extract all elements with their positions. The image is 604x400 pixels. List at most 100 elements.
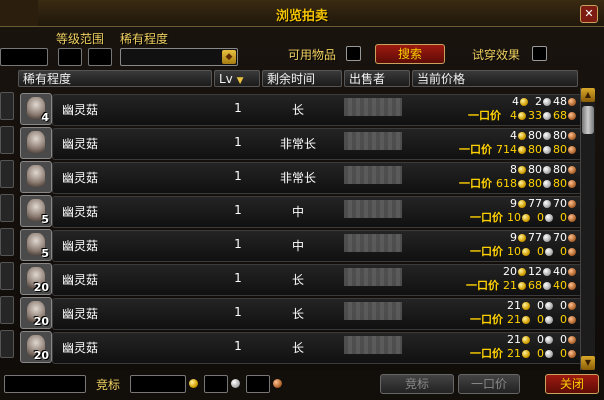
ghost-mushroom-icon[interactable]: 20 (20, 263, 52, 295)
price-cell: 21 0 0 一口价 21 0 0 (414, 332, 580, 362)
column-level[interactable]: Lv ▼ (214, 70, 260, 87)
item-name: 幽灵菇 (62, 273, 99, 287)
auction-row[interactable]: 20 幽灵菇 1 长 21 0 0 一口价 21 0 0 (18, 330, 582, 364)
left-icon-strip (0, 88, 14, 368)
bid-gold: 9 (510, 231, 517, 244)
close-button[interactable]: 关闭 (545, 374, 599, 394)
buyout-label: 一口价 (459, 143, 492, 156)
preview-checkbox[interactable] (532, 46, 547, 61)
auction-row[interactable]: 幽灵菇 1 非常长 8 80 80 一口价 618 80 80 (18, 160, 582, 194)
buyout-button[interactable]: 一口价 (458, 374, 520, 394)
silver-coin-icon (545, 316, 553, 324)
bid-gold: 4 (510, 129, 517, 142)
copper-coin-icon (568, 268, 576, 276)
title-bar: 浏览拍卖 ✕ (0, 0, 604, 27)
seller-name-blurred (344, 302, 402, 320)
ghost-mushroom-icon[interactable] (20, 161, 52, 193)
ghost-mushroom-icon[interactable]: 4 (20, 93, 52, 125)
buyout-gold: 10 (507, 211, 521, 224)
gold-coin-icon (522, 316, 530, 324)
item-level: 1 (234, 305, 242, 319)
copper-coin-icon (568, 214, 576, 222)
bid-price: 9 77 70 (505, 231, 578, 244)
bid-copper: 40 (553, 265, 567, 278)
scroll-up-icon[interactable]: ▲ (581, 88, 595, 102)
copper-coin-icon (568, 180, 576, 188)
item-art (27, 131, 45, 153)
seller-name-blurred (344, 166, 402, 184)
silver-coin-icon (545, 350, 553, 358)
dropdown-arrow-icon[interactable]: ◆ (222, 50, 236, 64)
buyout-silver: 68 (528, 279, 542, 292)
preview-label: 试穿效果 (472, 48, 521, 62)
bid-price: 9 77 70 (505, 197, 578, 210)
item-level: 1 (234, 101, 242, 115)
ghost-mushroom-icon[interactable]: 5 (20, 195, 52, 227)
bid-copper-input[interactable] (246, 375, 270, 393)
stack-count: 4 (41, 111, 49, 124)
bid-gold: 9 (510, 197, 517, 210)
auction-row[interactable]: 5 幽灵菇 1 中 9 77 70 一口价 10 0 0 (18, 194, 582, 228)
bid-silver-input[interactable] (204, 375, 228, 393)
price-cell: 4 80 80 一口价 714 80 80 (414, 128, 580, 158)
buyout-copper: 68 (553, 109, 567, 122)
buyout-label: 一口价 (459, 177, 492, 190)
gold-coin-icon (522, 302, 530, 310)
bid-price: 4 80 80 (505, 129, 578, 142)
silver-coin-icon (543, 132, 551, 140)
item-level: 1 (234, 135, 242, 149)
usable-items-checkbox[interactable] (346, 46, 361, 61)
price-cell: 20 12 40 一口价 21 68 40 (414, 264, 580, 294)
bid-price: 8 80 80 (505, 163, 578, 176)
bid-button[interactable]: 竞标 (380, 374, 454, 394)
time-left: 中 (291, 205, 304, 219)
gold-coin-icon (518, 132, 526, 140)
item-level: 1 (234, 271, 242, 285)
scroll-thumb[interactable] (582, 106, 594, 134)
time-left: 长 (291, 103, 304, 117)
copper-coin-icon (568, 98, 576, 106)
item-name: 幽灵菇 (62, 239, 99, 253)
search-name-field[interactable] (0, 48, 48, 66)
auction-row[interactable]: 幽灵菇 1 非常长 4 80 80 一口价 714 80 80 (18, 126, 582, 160)
stack-count: 20 (33, 349, 49, 362)
buyout-gold: 4 (510, 109, 517, 122)
ghost-mushroom-icon[interactable]: 20 (20, 297, 52, 329)
time-left: 长 (291, 307, 304, 321)
ghost-mushroom-icon[interactable] (20, 127, 52, 159)
ghost-mushroom-icon[interactable]: 20 (20, 331, 52, 363)
ghost-mushroom-icon[interactable]: 5 (20, 229, 52, 261)
level-max-field[interactable] (88, 48, 112, 66)
auction-row[interactable]: 5 幽灵菇 1 中 9 77 70 一口价 10 0 0 (18, 228, 582, 262)
silver-coin-icon (545, 214, 553, 222)
strip-slot (0, 160, 14, 188)
scrollbar[interactable]: ▲ ▼ (580, 88, 595, 370)
auction-row[interactable]: 20 幽灵菇 1 长 20 12 40 一口价 21 68 40 (18, 262, 582, 296)
auction-row[interactable]: 4 幽灵菇 1 长 4 2 48 一口价 4 33 68 (18, 92, 582, 126)
seller-name-blurred (344, 132, 402, 150)
bid-silver: 77 (528, 197, 542, 210)
column-seller[interactable]: 出售者 (344, 70, 410, 87)
copper-coin-icon (568, 234, 576, 242)
copper-coin-icon (273, 379, 282, 388)
close-icon[interactable]: ✕ (580, 5, 598, 23)
scroll-down-icon[interactable]: ▼ (581, 356, 595, 370)
column-price[interactable]: 当前价格 (412, 70, 578, 87)
level-min-field[interactable] (58, 48, 82, 66)
silver-coin-icon (545, 336, 553, 344)
search-button[interactable]: 搜索 (375, 44, 445, 64)
buyout-label: 一口价 (470, 245, 503, 258)
price-cell: 8 80 80 一口价 618 80 80 (414, 162, 580, 192)
column-rarity[interactable]: 稀有程度 (18, 70, 212, 87)
copper-coin-icon (568, 302, 576, 310)
bid-gold-input[interactable] (130, 375, 186, 393)
column-time-left[interactable]: 剩余时间 (262, 70, 342, 87)
auction-row[interactable]: 20 幽灵菇 1 长 21 0 0 一口价 21 0 0 (18, 296, 582, 330)
rarity-dropdown[interactable]: ◆ (120, 48, 238, 66)
buyout-gold: 21 (507, 347, 521, 360)
buyout-copper: 0 (560, 245, 567, 258)
item-name: 幽灵菇 (62, 103, 99, 117)
strip-slot (0, 296, 14, 324)
buyout-copper: 80 (553, 143, 567, 156)
level-range-label: 等级范围 (56, 32, 105, 46)
